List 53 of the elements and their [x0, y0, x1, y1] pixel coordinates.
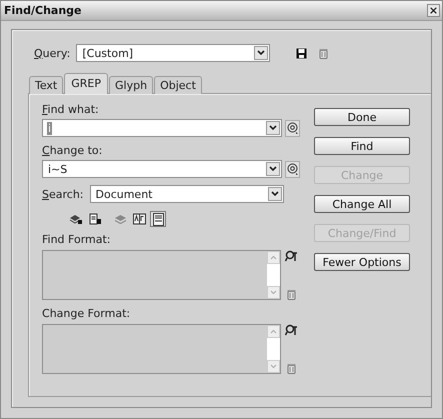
query-dropdown[interactable]: [Custom] — [76, 44, 270, 62]
query-value: [Custom] — [81, 46, 134, 60]
find-what-value: i — [47, 122, 52, 134]
at-sign-icon — [286, 122, 298, 134]
caret-icon — [269, 125, 277, 131]
dialog-button[interactable]: Change All — [314, 195, 410, 213]
document-icon — [152, 212, 164, 226]
trash-icon[interactable] — [287, 289, 296, 300]
caret-icon — [270, 191, 278, 197]
search-value: Document — [94, 188, 154, 200]
document-lock-icon — [88, 213, 102, 225]
option-toggle[interactable] — [131, 211, 147, 227]
change-format-label: Change Format: — [42, 307, 132, 320]
caret-icon — [257, 50, 266, 56]
option-toggle[interactable] — [150, 211, 166, 227]
close-button[interactable]: × — [427, 4, 440, 17]
tab[interactable]: Glyph — [109, 76, 154, 94]
search-icon[interactable] — [285, 324, 298, 336]
find-what-label: Find what: — [42, 103, 100, 116]
chevron-up-icon — [270, 255, 277, 260]
chevron-down-icon — [270, 364, 277, 369]
trash-icon[interactable] — [287, 363, 296, 374]
at-sign-icon — [286, 163, 298, 175]
query-label: Query: — [34, 46, 70, 60]
chevron-down-icon — [270, 290, 277, 295]
dropdown-button[interactable] — [268, 187, 282, 201]
chevron-up-icon — [270, 329, 277, 334]
tab[interactable]: GREP — [64, 73, 108, 94]
change-to-label: Change to: — [42, 144, 104, 157]
option-toggle[interactable] — [87, 211, 103, 227]
dropdown-button[interactable] — [266, 162, 280, 176]
trash-icon[interactable] — [319, 48, 328, 58]
window-title: Find/Change — [4, 4, 82, 17]
change-to-value: i~S — [47, 162, 68, 176]
dropdown-button[interactable] — [254, 46, 268, 60]
special-characters-button[interactable] — [285, 160, 300, 178]
change-to-field[interactable]: i~S — [42, 160, 282, 178]
dialog-button[interactable]: Fewer Options — [314, 253, 410, 271]
tab[interactable]: Text — [29, 76, 64, 94]
find-format-label: Find Format: — [42, 233, 112, 246]
dropdown-button[interactable] — [266, 121, 280, 135]
caret-icon — [269, 166, 277, 172]
save-icon[interactable] — [296, 48, 308, 58]
dialog-button[interactable]: Find — [314, 137, 410, 155]
layers-icon — [114, 213, 126, 225]
dialog-button[interactable]: Done — [314, 108, 410, 126]
tab[interactable]: Object — [154, 76, 202, 94]
search-icon[interactable] — [285, 250, 298, 262]
search-dropdown[interactable]: Document — [90, 185, 284, 203]
special-characters-button[interactable] — [285, 120, 300, 136]
layers-lock-icon — [69, 213, 83, 225]
search-label: Search: — [42, 188, 84, 200]
case-icon — [132, 213, 146, 225]
